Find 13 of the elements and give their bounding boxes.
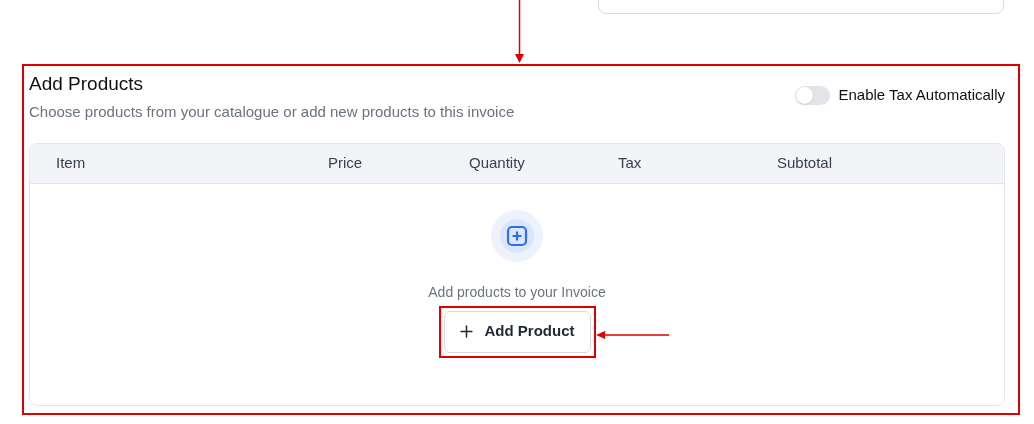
add-product-button[interactable]: Add Product: [443, 310, 591, 353]
toggle-label: Enable Tax Automatically: [838, 85, 1005, 105]
column-header: Quantity: [469, 152, 526, 173]
empty-message: Add products to your Invoice: [428, 282, 606, 302]
column-header: Subtotal: [777, 152, 834, 173]
section-subtitle: Choose products from your catalogue or add new products to this invoice: [29, 102, 515, 122]
plus-icon: [459, 325, 473, 338]
column-header: Item: [56, 152, 87, 173]
column-header: Price: [328, 152, 364, 173]
annotation-arrow: [514, 0, 525, 63]
column-header: Tax: [618, 152, 643, 173]
section-title: Add Products: [29, 73, 145, 95]
tax-toggle[interactable]: [794, 85, 830, 105]
